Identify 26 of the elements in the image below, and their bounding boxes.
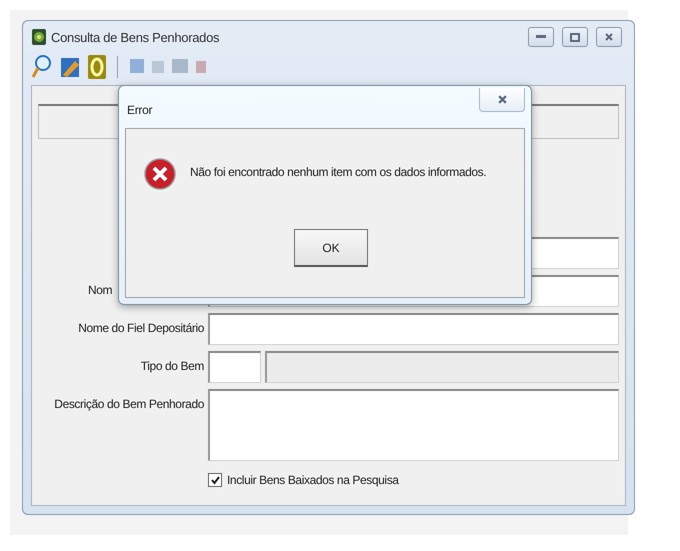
code-field[interactable] [208, 351, 261, 383]
close-button[interactable] [596, 27, 622, 47]
zero-icon[interactable] [87, 54, 107, 80]
app-icon [31, 28, 47, 46]
minimize-icon [536, 35, 546, 39]
text-field[interactable] [208, 313, 619, 345]
window-title: Consulta de Bens Penhorados [51, 30, 220, 44]
close-icon [496, 94, 508, 105]
field-label: Tipo do Bem [140, 359, 204, 373]
field-label: Nome do Fiel Depositário [78, 321, 204, 335]
edit-icon[interactable] [59, 55, 81, 79]
close-icon [604, 32, 614, 42]
error-icon [144, 157, 176, 191]
ok-button[interactable]: OK [294, 229, 368, 267]
close-button[interactable] [479, 88, 525, 112]
memo-field[interactable] [208, 389, 619, 461]
maximize-button[interactable] [562, 27, 588, 47]
checkbox[interactable] [208, 473, 222, 487]
dialog-title: Error [127, 103, 152, 117]
search-icon[interactable] [31, 54, 53, 80]
field-label: Nom [88, 283, 112, 297]
maximize-icon [570, 32, 580, 42]
error-message: Não foi encontrado nenhum item com os dados informados. [190, 165, 486, 179]
field-label: Descrição do Bem Penhorado [54, 397, 204, 411]
checkbox-label: Incluir Bens Baixados na Pesquisa [227, 473, 399, 487]
minimize-button[interactable] [528, 27, 554, 47]
